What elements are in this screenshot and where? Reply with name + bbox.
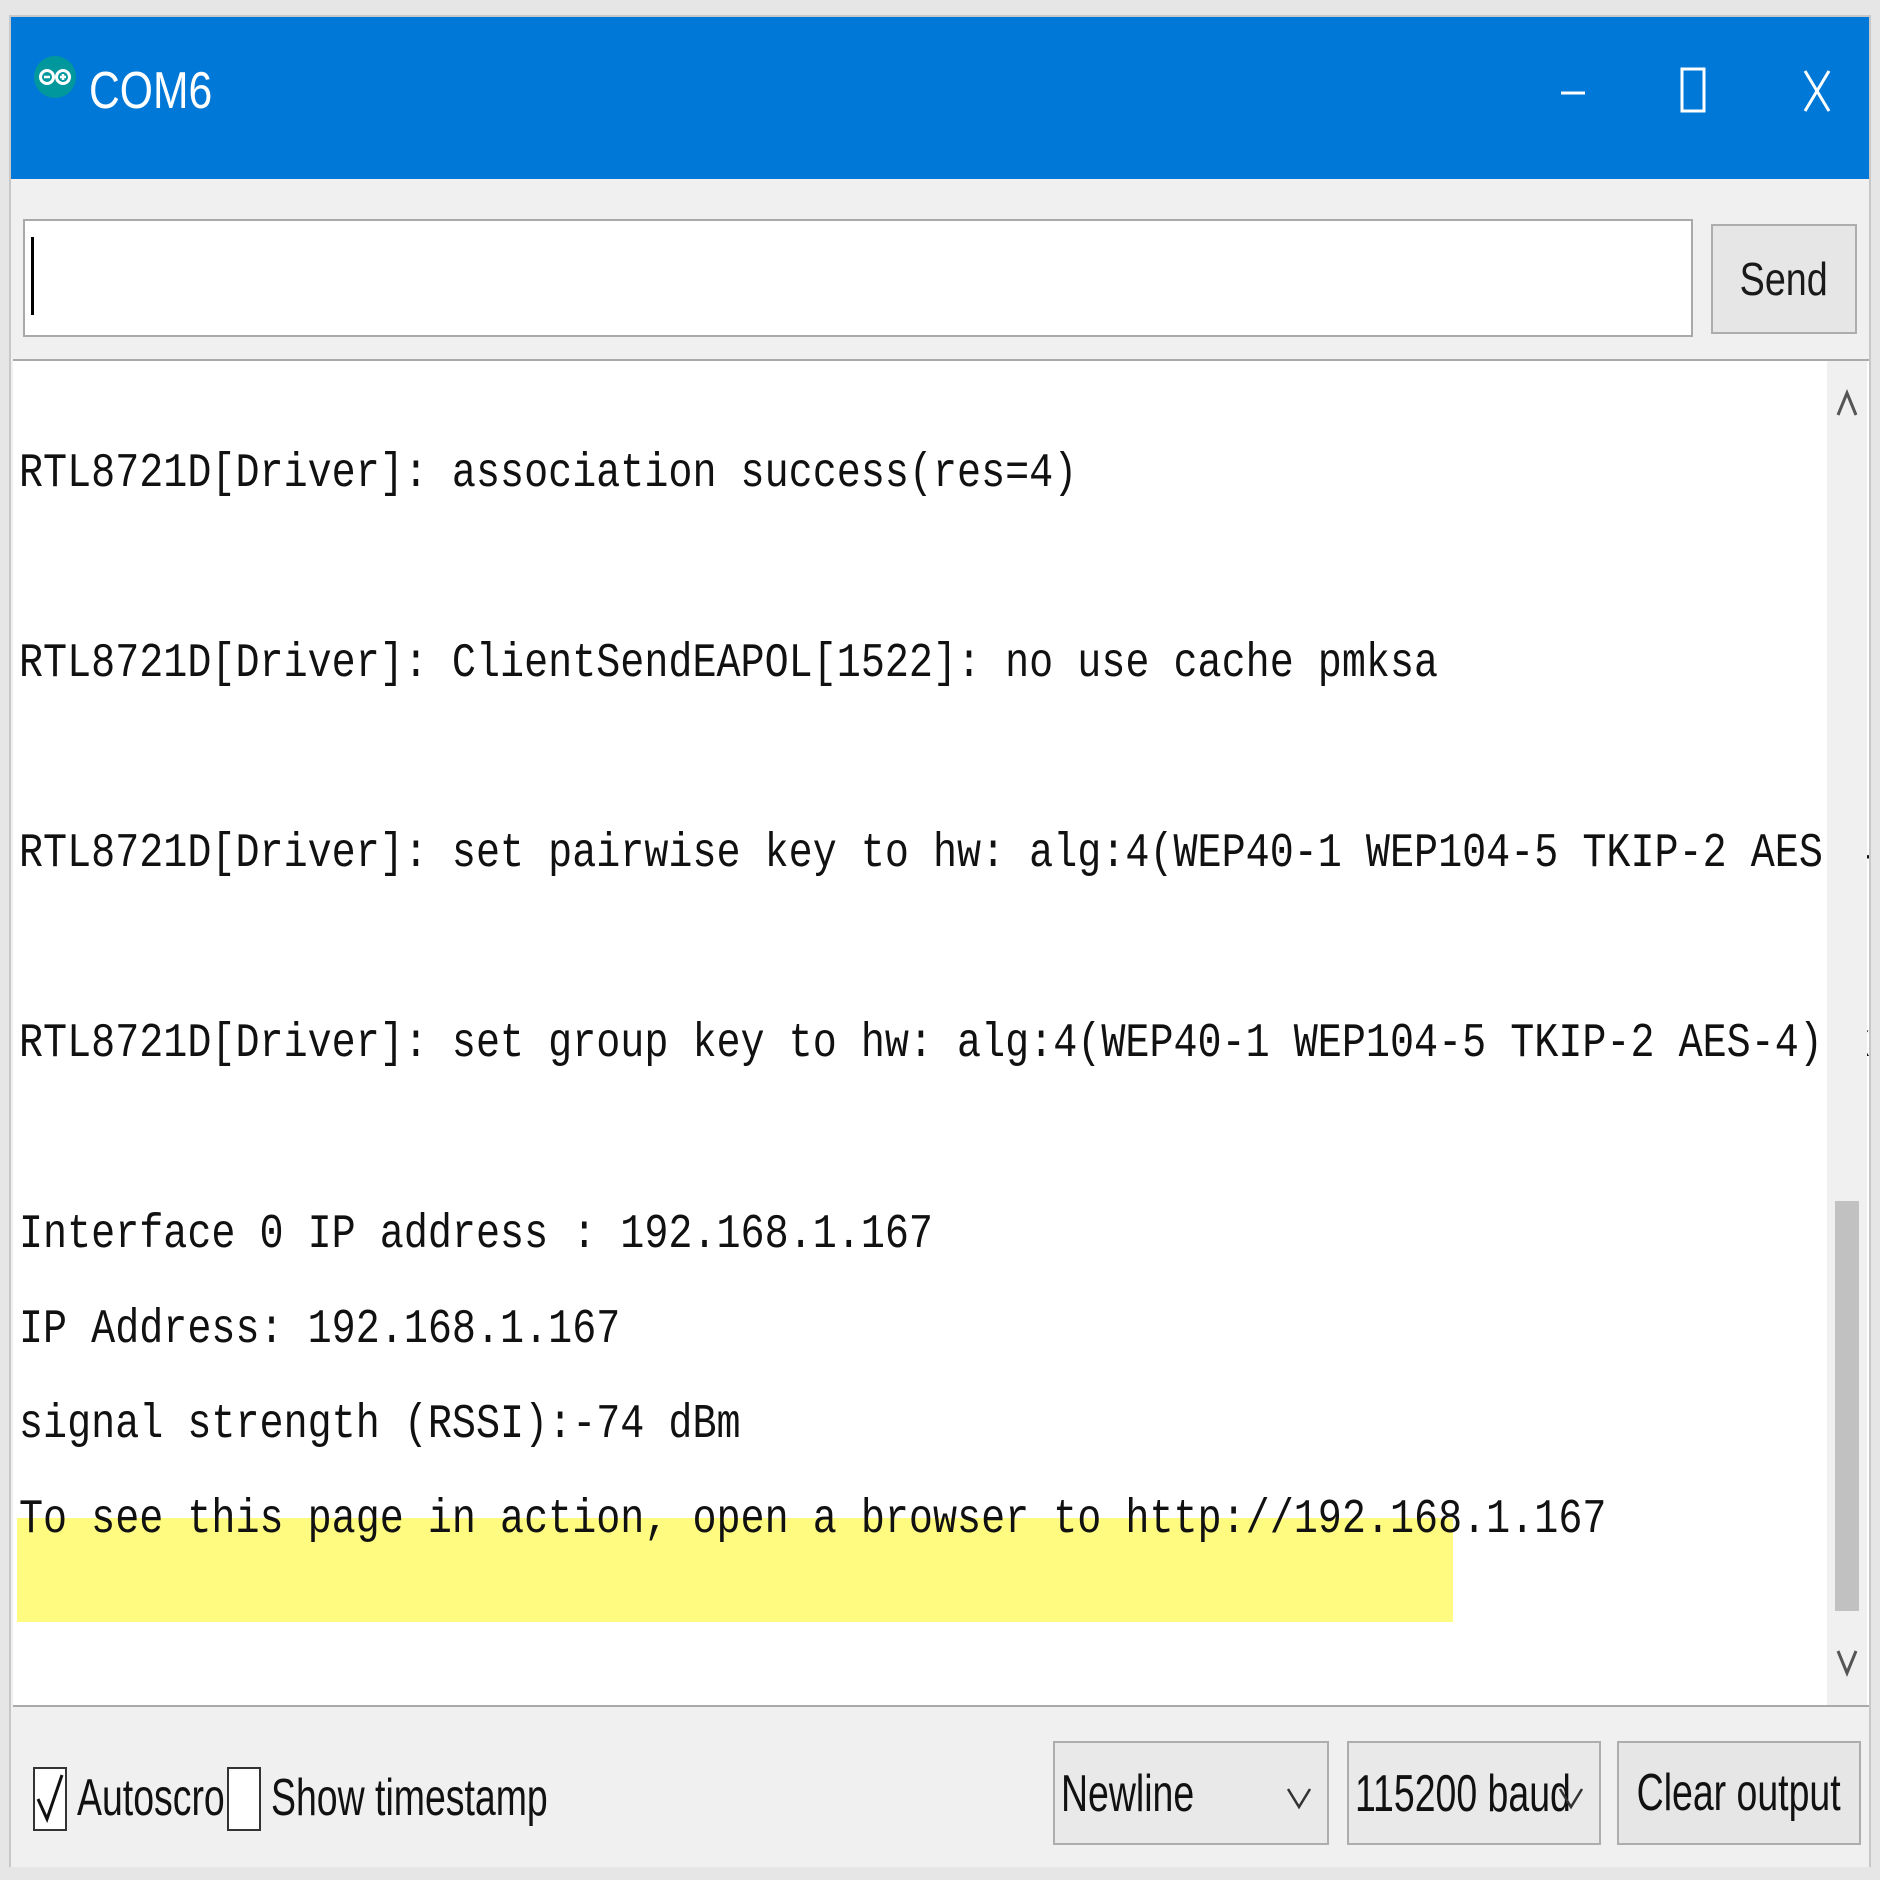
line-ending-value: Newline [1061, 1765, 1195, 1823]
show-timestamp-label[interactable]: Show timestamp [271, 1765, 548, 1831]
window-title: COM6 [89, 62, 213, 120]
chevron-down-icon [1558, 1788, 1584, 1810]
close-button[interactable] [1777, 51, 1857, 131]
show-timestamp-checkbox[interactable] [227, 1767, 261, 1831]
output-line: RTL8721D[Driver]: association success(re… [19, 447, 1078, 501]
output-line: RTL8721D[Driver]: set pairwise key to hw… [19, 827, 1869, 881]
text-caret [31, 237, 34, 315]
serial-output-area[interactable]: RTL8721D[Driver]: association success(re… [13, 359, 1869, 1707]
maximize-button[interactable] [1653, 51, 1733, 131]
scroll-thumb[interactable] [1835, 1201, 1859, 1611]
title-bar[interactable]: COM6 [11, 17, 1869, 179]
scroll-down-button[interactable] [1827, 1641, 1867, 1681]
close-icon [1803, 70, 1831, 112]
autoscroll-checkbox[interactable] [33, 1767, 67, 1831]
arduino-logo-icon [34, 56, 76, 98]
send-button[interactable]: Send [1711, 224, 1857, 334]
minimize-icon [1561, 91, 1585, 95]
chevron-up-icon [1836, 389, 1858, 416]
maximize-icon [1680, 67, 1706, 113]
clear-output-button[interactable]: Clear output [1617, 1741, 1861, 1845]
chevron-down-icon [1836, 1650, 1858, 1677]
output-line: Interface 0 IP address : 192.168.1.167 [19, 1208, 933, 1262]
serial-input-field[interactable] [23, 219, 1693, 337]
baud-rate-select[interactable]: 115200 baud [1347, 1741, 1601, 1845]
autoscroll-label[interactable]: Autoscroll [77, 1765, 241, 1831]
scroll-up-button[interactable] [1827, 385, 1867, 425]
output-line: RTL8721D[Driver]: set group key to hw: a… [19, 1017, 1869, 1071]
vertical-scrollbar[interactable] [1827, 361, 1867, 1705]
output-line: RTL8721D[Driver]: ClientSendEAPOL[1522]:… [19, 637, 1439, 691]
line-ending-select[interactable]: Newline [1053, 1741, 1329, 1845]
serial-monitor-window: COM6 Send RTL8721D[Driver]: association … [9, 15, 1871, 1867]
send-row: Send [11, 179, 1869, 359]
status-bar: Autoscroll Show timestamp Newline 115200… [11, 1707, 1869, 1867]
baud-rate-value: 115200 baud [1355, 1765, 1571, 1823]
send-button-label: Send [1739, 253, 1829, 305]
minimize-button[interactable] [1533, 51, 1613, 131]
checkmark-icon [36, 1774, 64, 1824]
clear-output-label: Clear output [1637, 1764, 1841, 1822]
output-line: signal strength (RSSI):-74 dBm [19, 1398, 741, 1452]
output-line: IP Address: 192.168.1.167 [19, 1303, 621, 1357]
output-line-highlighted: To see this page in action, open a brows… [19, 1493, 1607, 1547]
chevron-down-icon [1286, 1788, 1312, 1810]
